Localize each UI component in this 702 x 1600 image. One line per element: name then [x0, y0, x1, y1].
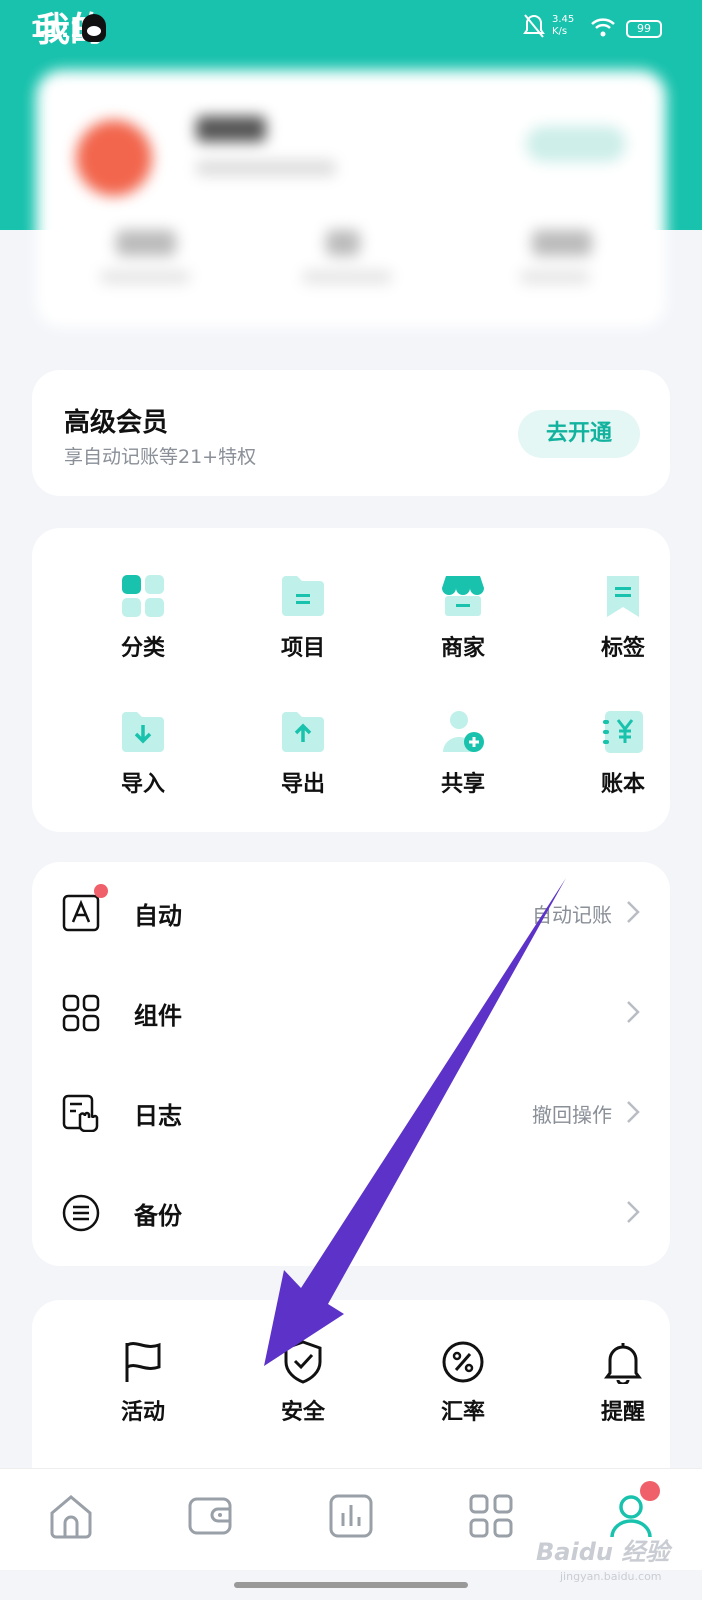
menu-label: 组件 — [134, 1002, 182, 1030]
bookmark-tag-icon — [607, 576, 639, 617]
wallet-icon[interactable] — [186, 1491, 236, 1541]
profile-name-blurred — [196, 116, 266, 142]
grid-item-ledger[interactable]: 账本 — [568, 710, 678, 820]
grid-item-export[interactable]: 导出 — [248, 710, 358, 820]
grid-label: 账本 — [600, 772, 645, 797]
chevron-right-icon — [627, 1001, 640, 1023]
menu-row-widgets[interactable]: 组件 — [32, 962, 670, 1062]
tool-item-security[interactable]: 安全 — [248, 1340, 358, 1440]
widgets-grid-icon — [62, 994, 100, 1032]
category-icon — [122, 575, 164, 617]
share-user-icon — [443, 711, 484, 752]
wifi-icon — [591, 18, 615, 37]
chart-icon[interactable] — [326, 1491, 376, 1541]
network-speed: 3.45 K/s — [552, 14, 575, 37]
apps-grid-icon[interactable] — [466, 1491, 516, 1541]
status-icons: 3.45 K/s 99 — [522, 10, 672, 50]
tool-item-reminder[interactable]: 提醒 — [568, 1340, 678, 1440]
menu-value: 自动记账 — [532, 903, 612, 927]
store-icon — [442, 576, 484, 616]
menu-value: 撤回操作 — [532, 1103, 612, 1127]
chevron-right-icon — [627, 1101, 640, 1123]
grid-item-import[interactable]: 导入 — [88, 710, 198, 820]
home-icon[interactable] — [46, 1491, 96, 1541]
grid-item-category[interactable]: 分类 — [88, 574, 198, 684]
grid-label: 标签 — [600, 636, 645, 661]
auto-a-icon — [62, 894, 100, 932]
notification-dot — [640, 1481, 660, 1501]
mute-bell-icon — [523, 14, 545, 38]
notification-dot — [94, 884, 108, 898]
vip-card[interactable]: 高级会员 享自动记账等21+特权 去开通 — [32, 370, 670, 496]
grid-label: 导出 — [280, 772, 325, 797]
stat-value-blurred — [532, 230, 592, 256]
menu-label: 自动 — [134, 902, 182, 930]
bell-icon — [604, 1343, 642, 1384]
profile-card-blurred[interactable] — [36, 70, 666, 328]
grid-item-tag[interactable]: 标签 — [568, 574, 678, 684]
shield-check-icon — [284, 1340, 322, 1384]
grid-label: 分类 — [120, 636, 165, 661]
stat-label-blurred — [520, 270, 590, 284]
ledger-book-icon — [603, 711, 643, 753]
vip-open-button[interactable]: 去开通 — [518, 410, 640, 458]
menu-label: 备份 — [134, 1202, 182, 1230]
chevron-right-icon — [627, 1201, 640, 1223]
menu-row-auto[interactable]: 自动 自动记账 — [32, 862, 670, 962]
chevron-right-icon — [627, 901, 640, 923]
tool-label: 提醒 — [600, 1400, 645, 1425]
stat-label-blurred — [100, 270, 190, 284]
tool-label: 汇率 — [440, 1400, 485, 1425]
import-folder-icon — [122, 712, 164, 752]
watermark-url: jingyan.baidu.com — [560, 1570, 662, 1583]
stat-value-blurred — [326, 230, 360, 256]
grid-label: 共享 — [440, 772, 485, 797]
profile-action-button-blurred[interactable] — [526, 126, 626, 162]
project-folder-icon — [282, 576, 324, 616]
percent-icon — [442, 1341, 484, 1383]
qq-notification-icon — [82, 14, 106, 42]
grid-label: 项目 — [280, 636, 325, 661]
battery-icon: 99 — [626, 20, 662, 38]
avatar[interactable] — [76, 120, 152, 196]
grid-label: 导入 — [120, 772, 165, 797]
settings-menu: 自动 自动记账 组件 日志 撤回操作 备份 — [32, 862, 670, 1266]
tool-item-exchange-rate[interactable]: 汇率 — [408, 1340, 518, 1440]
menu-row-log[interactable]: 日志 撤回操作 — [32, 1062, 670, 1162]
log-icon — [62, 1094, 99, 1132]
grid-item-store[interactable]: 商家 — [408, 574, 518, 684]
battery-level: 99 — [637, 22, 651, 35]
tool-label: 安全 — [280, 1400, 325, 1425]
backup-icon — [62, 1194, 100, 1232]
stat-value-blurred — [116, 230, 176, 256]
tool-item-activity[interactable]: 活动 — [88, 1340, 198, 1440]
watermark: Baidu 经验 — [536, 1538, 670, 1566]
feature-grid: 分类 项目 商家 标签 导入 导出 共享 账本 — [32, 528, 670, 832]
grid-label: 商家 — [440, 636, 485, 661]
grid-item-share[interactable]: 共享 — [408, 710, 518, 820]
menu-row-backup[interactable]: 备份 — [32, 1162, 670, 1262]
vip-title: 高级会员 — [64, 408, 169, 438]
vip-subtitle: 享自动记账等21+特权 — [64, 446, 257, 468]
grid-item-project[interactable]: 项目 — [248, 574, 358, 684]
profile-subtitle-blurred — [196, 160, 336, 176]
flag-icon — [125, 1342, 161, 1382]
export-folder-icon — [282, 712, 324, 752]
home-indicator[interactable] — [234, 1582, 468, 1588]
tool-label: 活动 — [120, 1400, 165, 1425]
stat-label-blurred — [302, 270, 392, 284]
status-bar: 11:16 我的 3.45 K/s 99 — [0, 0, 702, 60]
menu-label: 日志 — [134, 1102, 182, 1130]
